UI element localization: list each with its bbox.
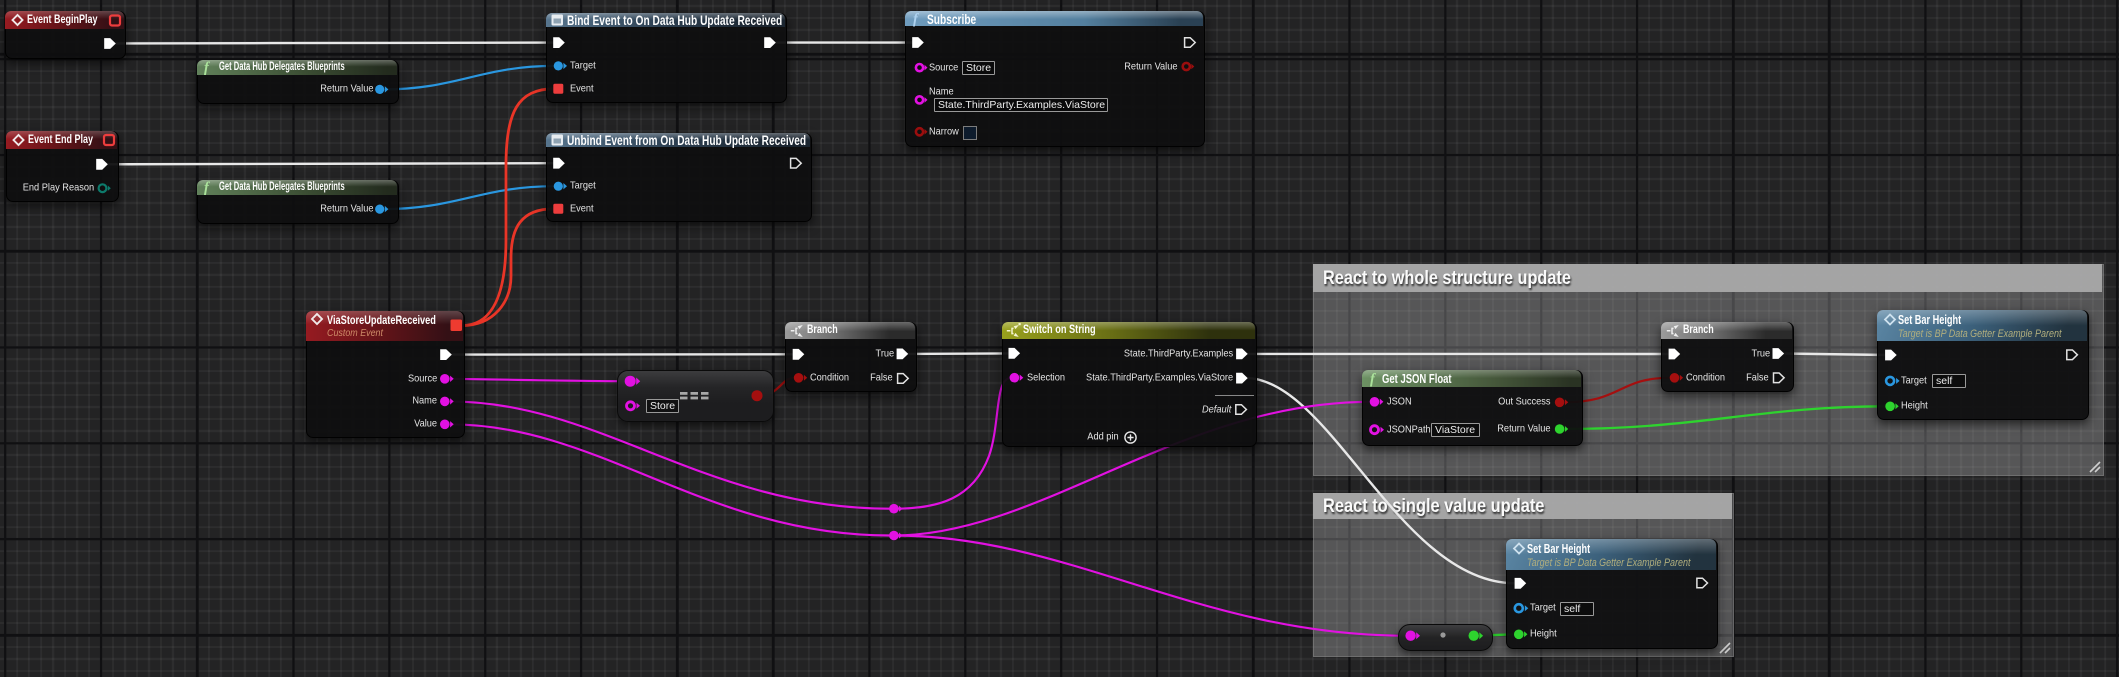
svg-text:f: f — [1370, 372, 1377, 388]
svg-text:f: f — [204, 180, 211, 196]
svg-text:f: f — [204, 60, 211, 76]
svg-text:f: f — [913, 12, 920, 28]
